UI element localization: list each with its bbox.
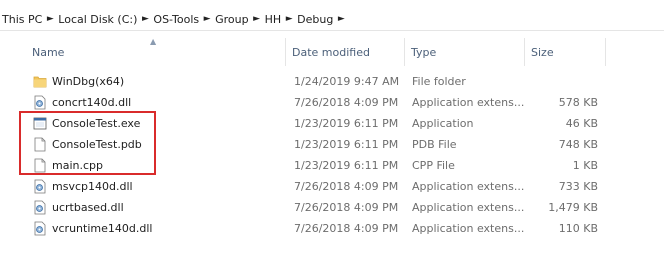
file-type: Application extens... bbox=[412, 180, 524, 193]
file-type: CPP File bbox=[412, 159, 455, 172]
chevron-right-icon[interactable]: ► bbox=[283, 14, 295, 24]
file-name: main.cpp bbox=[52, 159, 103, 172]
list-item[interactable]: ConsoleTest.exe 1/23/2019 6:11 PM Applic… bbox=[0, 113, 664, 134]
list-item[interactable]: ucrtbased.dll 7/26/2018 4:09 PM Applicat… bbox=[0, 197, 664, 218]
file-date: 1/23/2019 6:11 PM bbox=[294, 138, 399, 151]
file-size bbox=[530, 71, 598, 92]
column-header-type[interactable]: Type bbox=[405, 38, 523, 66]
breadcrumb-local-disk[interactable]: Local Disk (C:) bbox=[56, 9, 139, 29]
file-date: 7/26/2018 4:09 PM bbox=[294, 222, 399, 235]
file-type: PDB File bbox=[412, 138, 457, 151]
file-icon bbox=[33, 137, 47, 152]
file-size: 748 KB bbox=[558, 138, 598, 151]
file-type: Application bbox=[412, 117, 474, 130]
column-header-size[interactable]: Size bbox=[525, 38, 605, 66]
list-item[interactable]: main.cpp 1/23/2019 6:11 PM CPP File 1 KB bbox=[0, 155, 664, 176]
list-item[interactable]: vcruntime140d.dll 7/26/2018 4:09 PM Appl… bbox=[0, 218, 664, 239]
file-name: msvcp140d.dll bbox=[52, 180, 133, 193]
file-date: 1/24/2019 9:47 AM bbox=[294, 75, 400, 88]
list-item[interactable]: ConsoleTest.pdb 1/23/2019 6:11 PM PDB Fi… bbox=[0, 134, 664, 155]
file-date: 7/26/2018 4:09 PM bbox=[294, 96, 399, 109]
column-header-name-label: Name bbox=[32, 45, 65, 59]
chevron-right-icon[interactable]: ► bbox=[335, 14, 347, 24]
file-name: WinDbg(x64) bbox=[52, 75, 125, 88]
column-header-size-label: Size bbox=[531, 45, 554, 59]
file-size: 1,479 KB bbox=[548, 201, 598, 214]
file-explorer-window: This PC ► Local Disk (C:) ► OS-Tools ► G… bbox=[0, 0, 664, 259]
list-item[interactable]: concrt140d.dll 7/26/2018 4:09 PM Applica… bbox=[0, 92, 664, 113]
file-type: Application extens... bbox=[412, 222, 524, 235]
file-date: 7/26/2018 4:09 PM bbox=[294, 180, 399, 193]
column-header-row: ▲ Name Date modified Type Size bbox=[0, 38, 664, 66]
chevron-right-icon[interactable]: ► bbox=[251, 14, 263, 24]
breadcrumb-debug[interactable]: Debug bbox=[295, 9, 335, 29]
chevron-right-icon[interactable]: ► bbox=[44, 14, 56, 24]
column-header-type-label: Type bbox=[411, 45, 437, 59]
list-item[interactable]: WinDbg(x64) 1/24/2019 9:47 AM File folde… bbox=[0, 71, 664, 92]
breadcrumb-hh[interactable]: HH bbox=[263, 9, 284, 29]
breadcrumb-this-pc[interactable]: This PC bbox=[0, 9, 44, 29]
list-item[interactable]: msvcp140d.dll 7/26/2018 4:09 PM Applicat… bbox=[0, 176, 664, 197]
chevron-right-icon[interactable]: ► bbox=[139, 14, 151, 24]
column-header-date-label: Date modified bbox=[292, 45, 370, 59]
file-size: 46 KB bbox=[565, 117, 598, 130]
file-date: 7/26/2018 4:09 PM bbox=[294, 201, 399, 214]
file-size: 1 KB bbox=[572, 159, 598, 172]
file-type: File folder bbox=[412, 75, 466, 88]
file-name: concrt140d.dll bbox=[52, 96, 132, 109]
file-size: 733 KB bbox=[558, 180, 598, 193]
breadcrumb: This PC ► Local Disk (C:) ► OS-Tools ► G… bbox=[0, 8, 664, 31]
column-divider[interactable] bbox=[605, 38, 606, 66]
file-name: vcruntime140d.dll bbox=[52, 222, 153, 235]
file-icon bbox=[33, 158, 47, 173]
column-header-date[interactable]: Date modified bbox=[286, 38, 404, 66]
folder-icon bbox=[33, 74, 47, 89]
exe-icon bbox=[33, 116, 47, 131]
dll-icon bbox=[33, 95, 47, 110]
dll-icon bbox=[33, 179, 47, 194]
file-name: ConsoleTest.pdb bbox=[52, 138, 142, 151]
breadcrumb-group[interactable]: Group bbox=[213, 9, 251, 29]
dll-icon bbox=[33, 221, 47, 236]
file-name: ucrtbased.dll bbox=[52, 201, 124, 214]
file-name: ConsoleTest.exe bbox=[52, 117, 141, 130]
dll-icon bbox=[33, 200, 47, 215]
chevron-right-icon[interactable]: ► bbox=[201, 14, 213, 24]
file-date: 1/23/2019 6:11 PM bbox=[294, 117, 399, 130]
breadcrumb-os-tools[interactable]: OS-Tools bbox=[151, 9, 201, 29]
column-header-name[interactable]: Name bbox=[26, 38, 284, 66]
file-size: 110 KB bbox=[558, 222, 598, 235]
file-type: Application extens... bbox=[412, 201, 524, 214]
file-size: 578 KB bbox=[558, 96, 598, 109]
file-date: 1/23/2019 6:11 PM bbox=[294, 159, 399, 172]
file-type: Application extens... bbox=[412, 96, 524, 109]
file-list: WinDbg(x64) 1/24/2019 9:47 AM File folde… bbox=[0, 71, 664, 239]
